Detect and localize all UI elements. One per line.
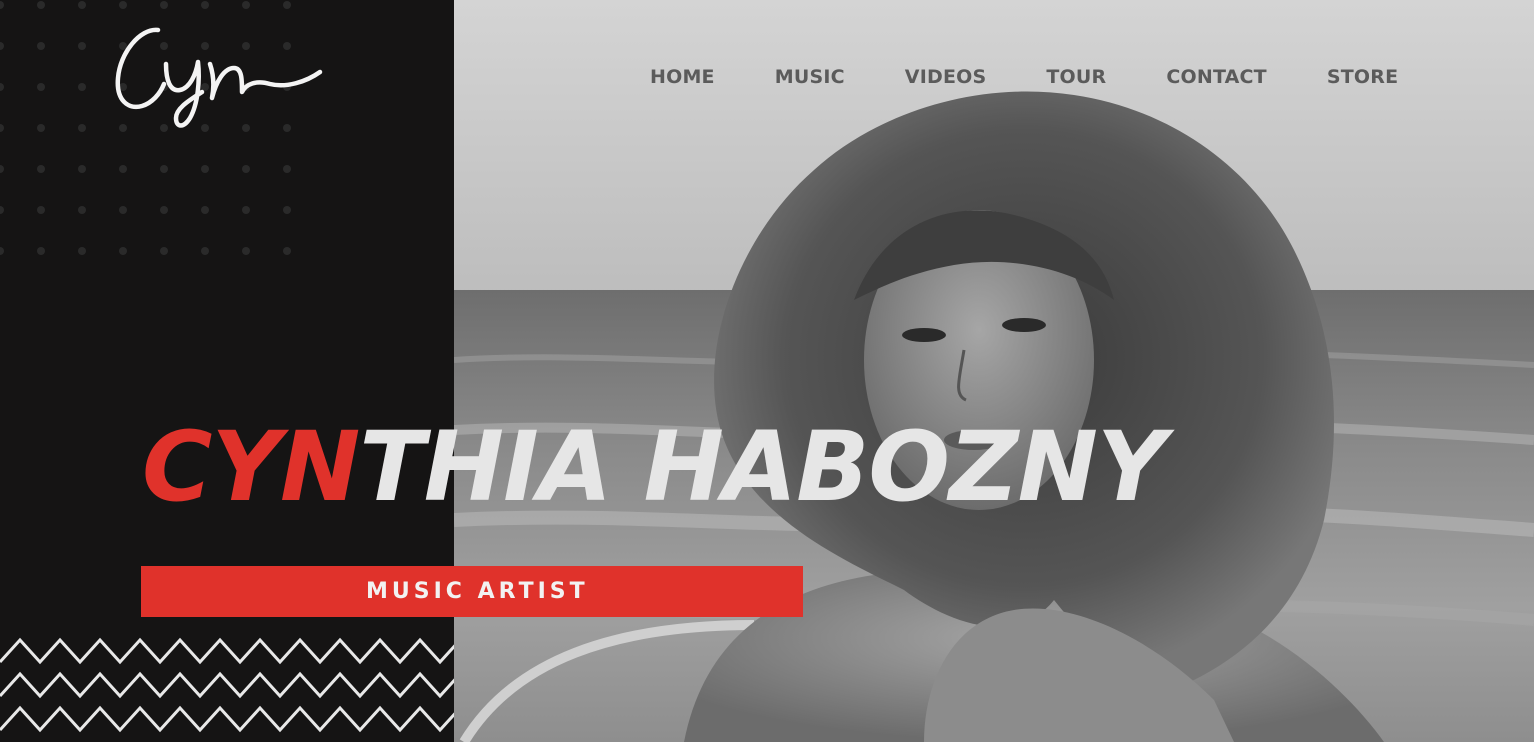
main-nav: HOME MUSIC VIDEOS TOUR CONTACT STORE — [620, 62, 1398, 92]
zigzag-decoration — [0, 637, 454, 733]
subtitle-bar: MUSIC ARTIST — [141, 566, 803, 617]
nav-item-videos[interactable]: VIDEOS — [875, 62, 1017, 92]
nav-item-store[interactable]: STORE — [1297, 62, 1428, 92]
nav-item-tour[interactable]: TOUR — [1016, 62, 1136, 92]
artist-subtitle: MUSIC ARTIST — [366, 579, 589, 604]
artist-name-accent: CYN — [142, 411, 360, 523]
signature-logo[interactable] — [110, 18, 330, 138]
hero-page: HOME MUSIC VIDEOS TOUR CONTACT STORE CYN… — [0, 0, 1534, 742]
nav-item-contact[interactable]: CONTACT — [1136, 62, 1297, 92]
nav-item-music[interactable]: MUSIC — [745, 62, 875, 92]
artist-name-rest: THIA HABOZNY — [359, 411, 1166, 523]
artist-name-heading: CYNTHIA HABOZNY — [142, 411, 1166, 523]
nav-item-home[interactable]: HOME — [620, 62, 745, 92]
hero-photo — [454, 0, 1534, 742]
